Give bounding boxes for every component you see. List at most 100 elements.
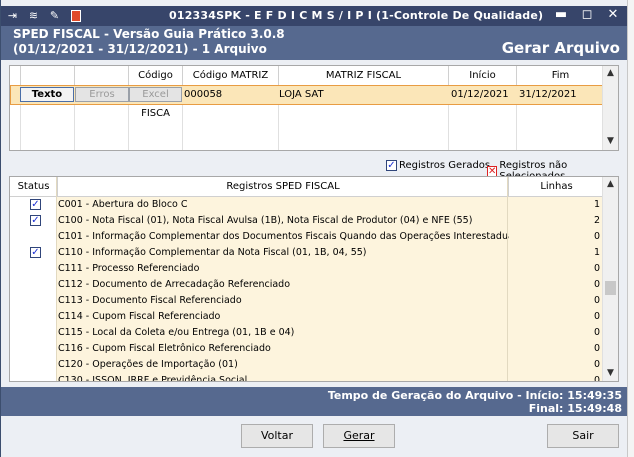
codigo-cell: 000058 (184, 89, 223, 100)
status-cell[interactable] (10, 373, 56, 381)
voltar-button[interactable]: Voltar (241, 424, 313, 448)
registro-linhas: 0 (593, 359, 600, 370)
button-bar: Voltar Gerar Sair (1, 416, 628, 457)
registros-grid-body: ✓ C001 - Abertura do Bloco C 1 ✓ C100 - Nota… (10, 197, 604, 382)
registro-linhas: 0 (593, 375, 600, 382)
checked-icon[interactable]: ✓ (30, 215, 41, 226)
file-grid: Código MATRIZ FISCA Código MATRIZ FISCA … (9, 65, 619, 151)
fim-cell: 31/12/2021 (519, 89, 577, 100)
registro-name: C115 - Local da Coleta e/ou Entrega (01,… (58, 327, 295, 338)
col-status[interactable]: Status (10, 177, 57, 196)
gerar-button[interactable]: Gerar (323, 424, 395, 448)
table-row[interactable]: C130 - ISSQN, IRRF e Previdência Social 0 (10, 373, 604, 382)
registro-linhas: 0 (593, 263, 600, 274)
book-icon[interactable] (68, 8, 83, 23)
registro-name: C111 - Processo Referenciado (58, 263, 200, 274)
main-window: ⇥ ≋ ✎ 012334SPK - E F D I C M S / I P I … (0, 0, 628, 457)
registro-name: C110 - Informação Complementar da Nota F… (58, 247, 367, 258)
status-cell[interactable] (10, 261, 56, 277)
col-erros (74, 66, 128, 85)
status-cell[interactable] (10, 229, 56, 245)
table-row[interactable]: C101 - Informação Complementar dos Docum… (10, 229, 604, 245)
registro-linhas: 0 (593, 311, 600, 322)
scroll-down-icon[interactable]: ▼ (605, 368, 616, 379)
file-row[interactable]: Texto Erros Excel 000058 LOJA SAT 01/12/… (10, 85, 604, 105)
checked-icon[interactable]: ✓ (30, 199, 41, 210)
tempo-inicio-label: Tempo de Geração do Arquivo - Início: 15… (327, 389, 622, 402)
col-linhas[interactable]: Linhas (508, 177, 604, 196)
page-title: Gerar Arquivo (501, 39, 620, 57)
status-cell[interactable] (10, 341, 56, 357)
table-row[interactable]: C120 - Operações de Importação (01) 0 (10, 357, 604, 373)
erros-button[interactable]: Erros (75, 87, 129, 102)
registro-linhas: 1 (593, 199, 600, 210)
close-button[interactable]: ✕ (606, 7, 620, 23)
background-window-edge (627, 0, 634, 457)
col-codigo[interactable]: Código MATRIZ FISCA (182, 66, 278, 100)
sair-button[interactable]: Sair (547, 424, 619, 448)
status-footer: Tempo de Geração do Arquivo - Início: 15… (1, 387, 628, 416)
table-row[interactable]: ✓ C110 - Informação Complementar da Nota … (10, 245, 604, 261)
status-cell[interactable] (10, 325, 56, 341)
table-row[interactable]: C116 - Cupom Fiscal Eletrônico Referenci… (10, 341, 604, 357)
status-cell[interactable] (10, 293, 56, 309)
registro-name: C116 - Cupom Fiscal Eletrônico Referenci… (58, 343, 271, 354)
status-cell[interactable] (10, 277, 56, 293)
col-registros[interactable]: Registros SPED FISCAL (57, 177, 508, 196)
registro-linhas: 2 (593, 215, 600, 226)
col-matriz[interactable]: MATRIZ FISCAL (278, 66, 448, 85)
registro-linhas: 1 (593, 247, 600, 258)
exit-icon[interactable]: ⇥ (5, 8, 20, 23)
matriz-cell: LOJA SAT (279, 89, 324, 100)
status-cell[interactable] (10, 309, 56, 325)
scroll-down-icon[interactable]: ▼ (605, 136, 616, 147)
status-cell[interactable]: ✓ (10, 197, 56, 213)
registros-grid-header: Status Registros SPED FISCAL Linhas (10, 177, 604, 197)
registro-name: C114 - Cupom Fiscal Referenciado (58, 311, 221, 322)
title-bar: ⇥ ≋ ✎ 012334SPK - E F D I C M S / I P I … (1, 6, 628, 26)
registro-linhas: 0 (593, 327, 600, 338)
scroll-up-icon[interactable]: ▲ (605, 68, 616, 79)
window-title: 012334SPK - E F D I C M S / I P I (1-Con… (169, 9, 544, 22)
file-grid-scrollbar[interactable]: ▲ ▼ (602, 66, 618, 150)
registro-name: C130 - ISSQN, IRRF e Previdência Social (58, 375, 248, 382)
minimize-button[interactable]: ▬ (554, 7, 568, 23)
registro-name: C001 - Abertura do Bloco C (58, 199, 188, 210)
registro-linhas: 0 (593, 295, 600, 306)
legend-gerados-label: Registros Gerados (399, 160, 491, 171)
status-cell[interactable] (10, 357, 56, 373)
status-cell[interactable]: ✓ (10, 213, 56, 229)
file-grid-header: Código MATRIZ FISCA Código MATRIZ FISCA … (10, 66, 604, 119)
traffic-light-icon[interactable]: ≋ (26, 8, 41, 23)
table-row[interactable]: C112 - Documento de Arrecadação Referenc… (10, 277, 604, 293)
excel-button[interactable]: Excel (129, 87, 182, 102)
table-row[interactable]: C111 - Processo Referenciado 0 (10, 261, 604, 277)
legend-gerados: ✓ Registros Gerados (386, 160, 490, 171)
texto-button[interactable]: Texto (20, 87, 74, 102)
registros-grid: Status Registros SPED FISCAL Linhas ✓ C00… (9, 176, 619, 382)
registro-linhas: 0 (593, 343, 600, 354)
checked-icon[interactable]: ✓ (30, 247, 41, 258)
unchecked-x-icon: ✕ (487, 165, 498, 177)
registro-name: C113 - Documento Fiscal Referenciado (58, 295, 242, 306)
table-row[interactable]: C115 - Local da Coleta e/ou Entrega (01,… (10, 325, 604, 341)
col-excel: Código MATRIZ FISCA (128, 66, 182, 119)
registro-linhas: 0 (593, 279, 600, 290)
table-row[interactable]: ✓ C001 - Abertura do Bloco C 1 (10, 197, 604, 213)
table-row[interactable]: C113 - Documento Fiscal Referenciado 0 (10, 293, 604, 309)
maximize-button[interactable]: ◻ (580, 7, 594, 23)
status-cell[interactable]: ✓ (10, 245, 56, 261)
table-row[interactable]: ✓ C100 - Nota Fiscal (01), Nota Fiscal Av… (10, 213, 604, 229)
col-texto (20, 66, 74, 85)
registro-name: C100 - Nota Fiscal (01), Nota Fiscal Avu… (58, 215, 473, 226)
col-fim[interactable]: Fim (516, 66, 604, 85)
registro-name: C120 - Operações de Importação (01) (58, 359, 238, 370)
scroll-up-icon[interactable]: ▲ (605, 179, 616, 190)
wrench-icon[interactable]: ✎ (47, 8, 62, 23)
col-inicio[interactable]: Início (448, 66, 516, 85)
registros-grid-scrollbar[interactable]: ▲ ▼ (602, 177, 618, 381)
registro-name: C101 - Informação Complementar dos Docum… (58, 231, 509, 242)
period-label: (01/12/2021 - 31/12/2021) - 1 Arquivo (13, 42, 267, 56)
scroll-thumb[interactable] (605, 281, 616, 295)
table-row[interactable]: C114 - Cupom Fiscal Referenciado 0 (10, 309, 604, 325)
